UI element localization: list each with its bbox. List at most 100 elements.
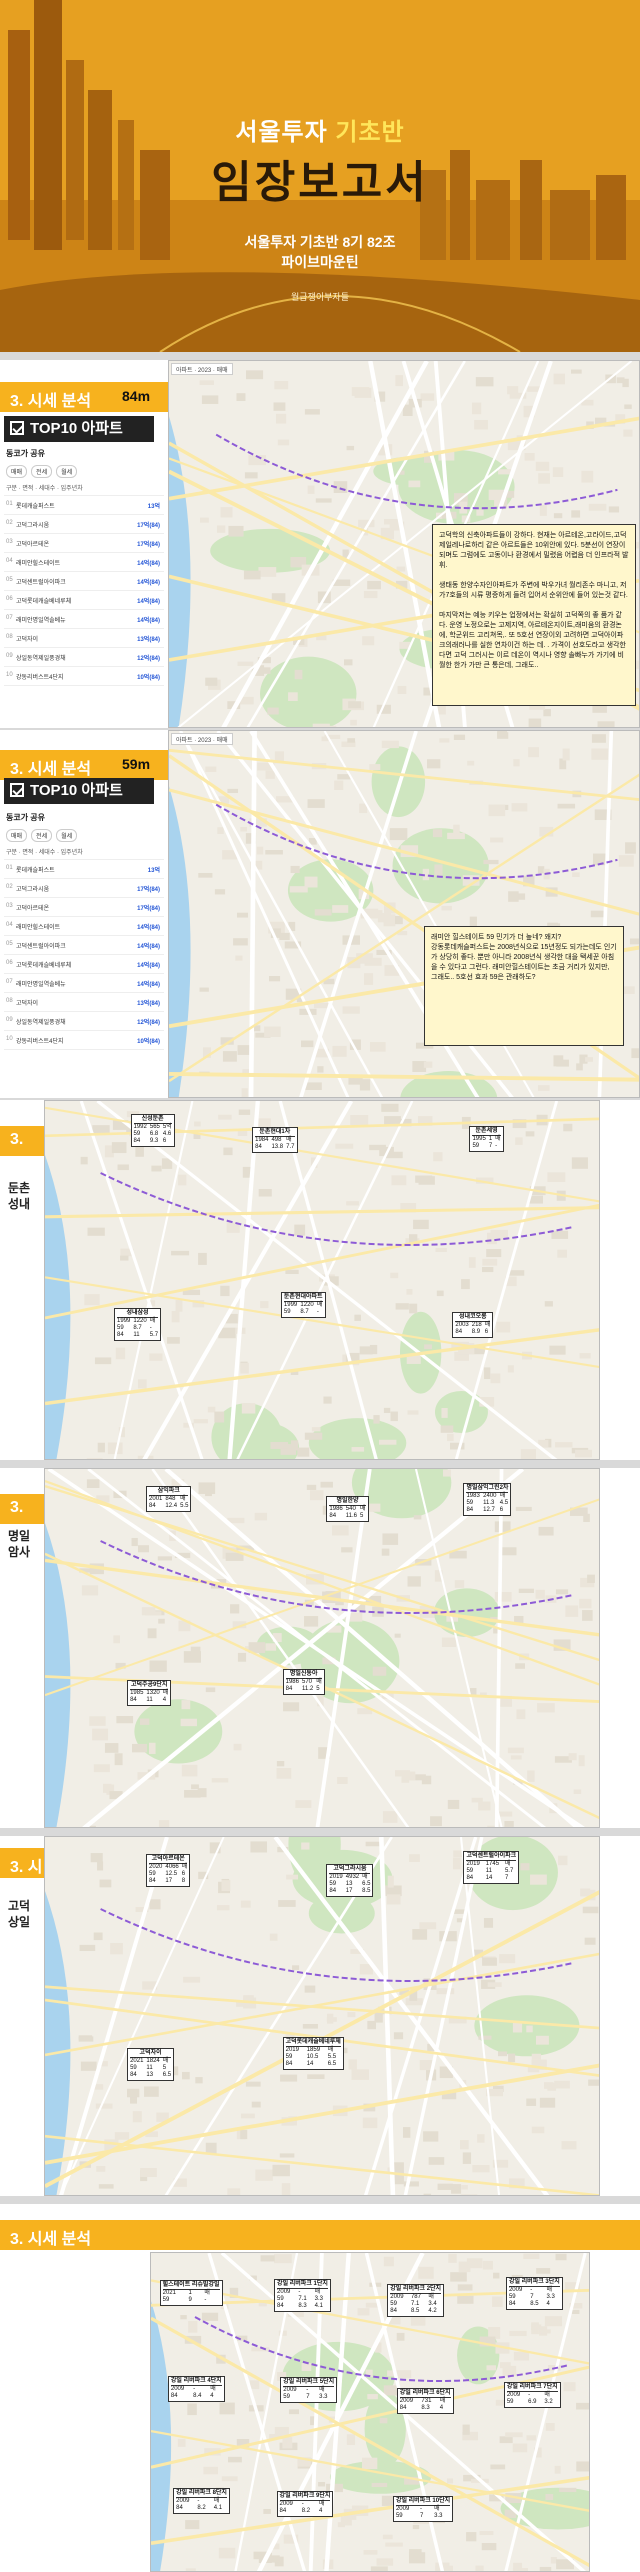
list-rank: 08: [6, 998, 13, 1004]
list-item[interactable]: 02 고덕그라시움 17억(84): [4, 879, 164, 898]
tab-sale[interactable]: 매매: [6, 465, 28, 478]
price-box-grid: 1986 570 매 84 11.2 5: [286, 1679, 322, 1693]
list-filter[interactable]: 구분 · 면적 · 세대수 · 입주년차: [4, 480, 164, 496]
list-item[interactable]: 01 롯데캐슬퍼스트 13억: [4, 496, 164, 515]
price-box-cell: 1999: [283, 1302, 298, 1309]
cover-subtitle: 서울투자 기초반 8기 82조 파이브마운틴: [0, 232, 640, 272]
price-box-title: 강일 리버파크 5단지: [283, 2378, 335, 2387]
price-box-cell: 540: [345, 1506, 356, 1513]
list-item[interactable]: 08 고덕자이 13억(84): [4, 993, 164, 1012]
price-box-title: 강일 리버파크 1단지: [277, 2280, 328, 2289]
price-box-cell: 848: [165, 1495, 176, 1502]
tab-jeonse[interactable]: 전세: [31, 829, 53, 842]
price-box-cell: 4066: [165, 1863, 179, 1870]
price-box-cell: -: [528, 2391, 531, 2398]
list-apartment-name: 고덕롯데캐슬베네루체: [16, 963, 72, 969]
price-box-cell: 2001: [149, 1495, 163, 1502]
price-box-cell: 4.1: [314, 2302, 323, 2309]
price-box-cell: 6.8: [149, 1130, 159, 1137]
list-item[interactable]: 06 고덕롯데캐슬베네루체 14억(84): [4, 591, 164, 610]
list-filter[interactable]: 구분 · 면적 · 세대수 · 입주년차: [4, 844, 164, 860]
price-box-cell: 1: [188, 2289, 192, 2296]
tab-monthly[interactable]: 월세: [56, 829, 78, 842]
price-box-cell: 59: [395, 2513, 403, 2520]
list-item[interactable]: 04 래미안힐스테이트 14억(84): [4, 917, 164, 936]
price-box-cell: 5억: [162, 1123, 172, 1130]
price-box-grid: 2009 - 매 59 7 3.3: [396, 2506, 450, 2520]
list-item[interactable]: 09 상일동역제일풍경채 12억(84): [4, 648, 164, 667]
price-box-cell: 매: [327, 2046, 334, 2053]
apartment-price-box: 강일 리버파크 2단지 2009 787 매 59 7.1 3.4 84 8.5 4.2: [387, 2283, 445, 2317]
price-box-cell: 매: [204, 2289, 210, 2296]
list-item[interactable]: 05 고덕센트럴아이파크 14억(84): [4, 572, 164, 591]
list-item[interactable]: 05 고덕센트럴아이파크 14억(84): [4, 936, 164, 955]
list-item[interactable]: 03 고덕아르테온 17억(84): [4, 534, 164, 553]
list-item[interactable]: 04 래미안힐스테이트 14억(84): [4, 553, 164, 572]
map-view[interactable]: 고덕아르테온 2020 4066 매 59 12.5 6 84 17 8 고덕그라시움 2019 493…: [44, 1836, 600, 2196]
price-box-grid: 2020 4066 매 59 12.5 6 84 17 8: [149, 1864, 187, 1885]
price-box-title: 힐스테이트 리슈빌강일: [162, 2281, 220, 2290]
list-apartment-name: 롯데캐슬퍼스트: [16, 504, 55, 510]
tab-sale[interactable]: 매매: [6, 829, 28, 842]
price-box-grid: 2019 1745 매 59 11 5.7 84 14 7: [466, 1861, 516, 1882]
list-price: 13억: [147, 868, 160, 874]
price-box-title: 고덕아르테온: [149, 1856, 188, 1864]
slide-map-gangil: 3. 시세 분석 힐스테이트 리슈빌강일 2021 1 매 59 9- 강일 리버파크 1단…: [0, 2204, 640, 2572]
map-view[interactable]: 신성둔촌 1992 565 5억 59 6.8 4.6 84 9.3 6 둔촌현대1차 1984 498…: [44, 1100, 600, 1460]
list-item[interactable]: 09 상일동역제일풍경채 12억(84): [4, 1012, 164, 1031]
list-item[interactable]: 06 고덕롯데캐슬베네루체 14억(84): [4, 955, 164, 974]
tab-monthly[interactable]: 월세: [56, 465, 78, 478]
price-box-title: 삼익파크: [149, 1488, 189, 1496]
price-box-cell: 11: [146, 1696, 153, 1703]
price-box-title: 강일 리버파크 10단지: [395, 2498, 451, 2507]
cover-subtitle-line1: 서울투자 기초반 8기 82조: [244, 234, 396, 250]
price-box-cell: 5: [316, 1685, 320, 1692]
list-price: 10억(84): [137, 675, 160, 681]
price-box-cell: -: [149, 1324, 152, 1331]
map-view[interactable]: 삼익파크 2001 848 매 84 12.4 5.5 명일한양 1986 540 매 84 11.6 5…: [44, 1468, 600, 1828]
price-box-cell: 매: [314, 2288, 321, 2295]
price-box-cell: 3.3: [434, 2513, 443, 2520]
list-apartment-name: 강동리버스트4단지: [16, 1039, 64, 1045]
list-rank: 02: [6, 520, 13, 526]
tab-jeonse[interactable]: 전세: [31, 465, 53, 478]
price-box-cell: 8.5: [410, 2307, 420, 2314]
price-box-cell: 84: [466, 1507, 474, 1514]
list-item[interactable]: 08 고덕자이 13억(84): [4, 629, 164, 648]
list-price: 14억(84): [137, 599, 160, 605]
list-item[interactable]: 02 고덕그라시움 17억(84): [4, 515, 164, 534]
price-box-cell: 13: [146, 2071, 154, 2078]
top10-badge: TOP10 아파트: [4, 778, 154, 804]
list-item[interactable]: 07 래미안명일역솔베뉴 14억(84): [4, 610, 164, 629]
price-box-grid: 2009 731 매 84 8.3 4: [400, 2398, 451, 2412]
price-box-grid: 2021 1 매 59 9 -: [163, 2290, 220, 2304]
price-box-cell: 6.5: [327, 2060, 337, 2067]
price-box-cell: 1986: [285, 1678, 299, 1685]
list-item[interactable]: 01 롯데캐슬퍼스트 13억: [4, 860, 164, 879]
price-box-cell: 1320: [146, 1689, 160, 1696]
apartment-price-box: 명일삼익그린2차 1983 2400 매 59 11.3 4.5 84 12.7 6: [463, 1483, 512, 1517]
list-apartment-name: 고덕센트럴아이파크: [16, 580, 66, 586]
price-box-cell: 12.5: [165, 1870, 178, 1877]
price-box-cell: 84: [170, 2392, 178, 2399]
map-filter-bar[interactable]: 아파트 · 2023 · 매매: [171, 733, 233, 745]
list-item[interactable]: 03 고덕아르테온 17억(84): [4, 898, 164, 917]
list-price: 13억(84): [137, 1001, 160, 1007]
price-box-cell: 11.6: [345, 1513, 358, 1520]
apartment-price-box: 강일 리버파크 7단지 2009- 매 59 6.9 3.2: [503, 2381, 561, 2408]
price-box-grid: 2003 218 매 84 8.9 6: [455, 1322, 490, 1336]
list-rank: 08: [6, 634, 13, 640]
price-box-cell: 매: [495, 1136, 501, 1143]
price-box-cell: -: [420, 2506, 423, 2513]
map-filter-bar[interactable]: 아파트 · 2023 · 매매: [171, 363, 233, 375]
list-item[interactable]: 07 래미안명일역솔베뉴 14억(84): [4, 974, 164, 993]
section-title: 3. 시세 분석: [10, 393, 92, 410]
list-rank: 07: [6, 615, 13, 621]
price-box-grid: 2009 - 매 59 7 3.3: [283, 2387, 334, 2401]
list-item[interactable]: 10 강동리버스트4단지 10억(84): [4, 667, 164, 686]
area-caption: 고덕 상일: [8, 1899, 31, 1929]
apartment-price-box: 둔촌현대아파트 1999 1220 매 59 8.7-: [280, 1292, 326, 1319]
map-view[interactable]: 힐스테이트 리슈빌강일 2021 1 매 59 9- 강일 리버파크 1단지 2009- 매 59…: [150, 2252, 590, 2572]
list-item[interactable]: 10 강동리버스트4단지 10억(84): [4, 1031, 164, 1050]
price-box-cell: 9: [188, 2296, 192, 2303]
